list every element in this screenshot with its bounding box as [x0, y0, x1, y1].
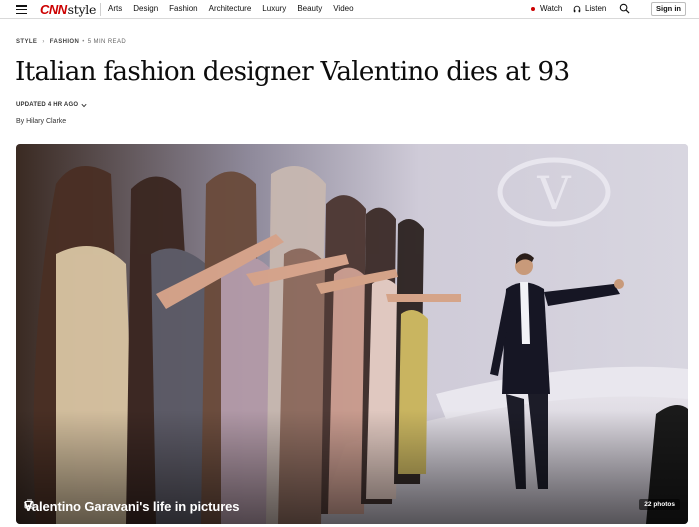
bullet-separator: •: [82, 39, 85, 45]
logo-section: style: [67, 1, 97, 17]
page-title: Italian fashion designer Valentino dies …: [15, 57, 570, 87]
sign-in-button[interactable]: Sign in: [651, 2, 686, 16]
nav-link-arts[interactable]: Arts: [108, 3, 122, 15]
headphones-icon: [573, 5, 581, 13]
breadcrumb: Style › Fashion • 5 min read: [16, 39, 126, 45]
listen-label: Listen: [585, 4, 607, 13]
watch-button[interactable]: Watch: [531, 3, 562, 15]
gallery-caption-text: Valentino Garavani's life in pictures: [24, 499, 240, 514]
search-icon[interactable]: [619, 3, 630, 14]
logo-brand: CNN: [40, 1, 67, 17]
top-navigation: CNN style Arts Design Fashion Architectu…: [0, 0, 699, 19]
updated-label: Updated 4 hr ago: [16, 102, 79, 108]
nav-link-fashion[interactable]: Fashion: [169, 3, 197, 15]
nav-link-luxury[interactable]: Luxury: [262, 3, 286, 15]
breadcrumb-subsection[interactable]: Fashion: [50, 39, 79, 45]
updated-timestamp[interactable]: Updated 4 hr ago: [16, 102, 87, 108]
nav-link-architecture[interactable]: Architecture: [209, 3, 252, 15]
cnn-style-logo[interactable]: CNN style: [40, 1, 96, 17]
photo-count-badge: 22 photos: [639, 499, 680, 510]
breadcrumb-section[interactable]: Style: [16, 39, 37, 45]
listen-button[interactable]: Listen: [573, 3, 606, 15]
chevron-down-icon: [81, 103, 87, 107]
nav-divider: [100, 3, 101, 16]
byline[interactable]: By Hilary Clarke: [16, 118, 66, 125]
nav-link-beauty[interactable]: Beauty: [297, 3, 322, 15]
section-nav: Arts Design Fashion Architecture Luxury …: [108, 3, 365, 15]
hamburger-menu-icon[interactable]: [16, 5, 27, 15]
runway-photo: V: [16, 144, 688, 524]
gallery-icon: [24, 499, 34, 509]
nav-link-design[interactable]: Design: [133, 3, 158, 15]
hero-gallery[interactable]: Valentino Garavani's life in pictures 22…: [16, 144, 688, 524]
watch-label: Watch: [540, 4, 563, 13]
breadcrumb-separator-icon: ›: [42, 39, 45, 45]
nav-link-video[interactable]: Video: [333, 3, 353, 15]
gallery-caption[interactable]: Valentino Garavani's life in pictures: [24, 499, 240, 514]
live-dot-icon: [531, 7, 535, 11]
read-time: 5 min read: [87, 39, 127, 45]
